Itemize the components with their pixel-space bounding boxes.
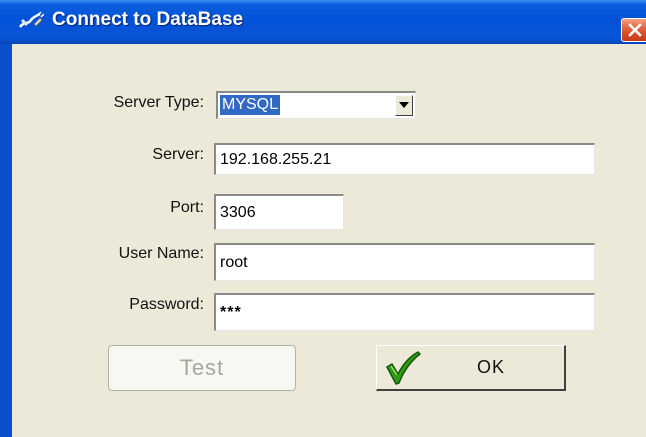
server-type-select[interactable]: MYSQL — [216, 91, 416, 119]
window-title: Connect to DataBase — [52, 9, 244, 30]
password-input[interactable] — [214, 293, 595, 331]
user-name-input[interactable] — [214, 243, 595, 281]
server-type-label: Server Type: — [113, 94, 204, 111]
close-button[interactable] — [621, 18, 646, 42]
test-button[interactable]: Test — [108, 345, 296, 391]
port-input[interactable] — [214, 194, 344, 230]
server-type-dropdown-button[interactable] — [395, 95, 413, 116]
password-label: Password: — [129, 296, 204, 313]
close-icon — [628, 23, 642, 37]
window-left-border — [0, 44, 12, 437]
server-label: Server: — [152, 146, 204, 163]
connect-database-dialog: Connect to DataBase Server Type: MYSQL S… — [0, 0, 646, 437]
user-name-label: User Name: — [118, 245, 204, 262]
chevron-down-icon — [399, 102, 409, 108]
server-input[interactable] — [214, 143, 595, 175]
ok-button-label: OK — [477, 357, 506, 377]
ok-button[interactable]: OK — [376, 345, 566, 391]
test-button-label: Test — [179, 355, 225, 380]
server-type-value: MYSQL — [220, 95, 281, 115]
port-label: Port: — [170, 199, 204, 216]
connection-plug-icon — [18, 11, 45, 33]
title-bar[interactable]: Connect to DataBase — [0, 0, 646, 44]
checkmark-icon — [383, 350, 421, 391]
